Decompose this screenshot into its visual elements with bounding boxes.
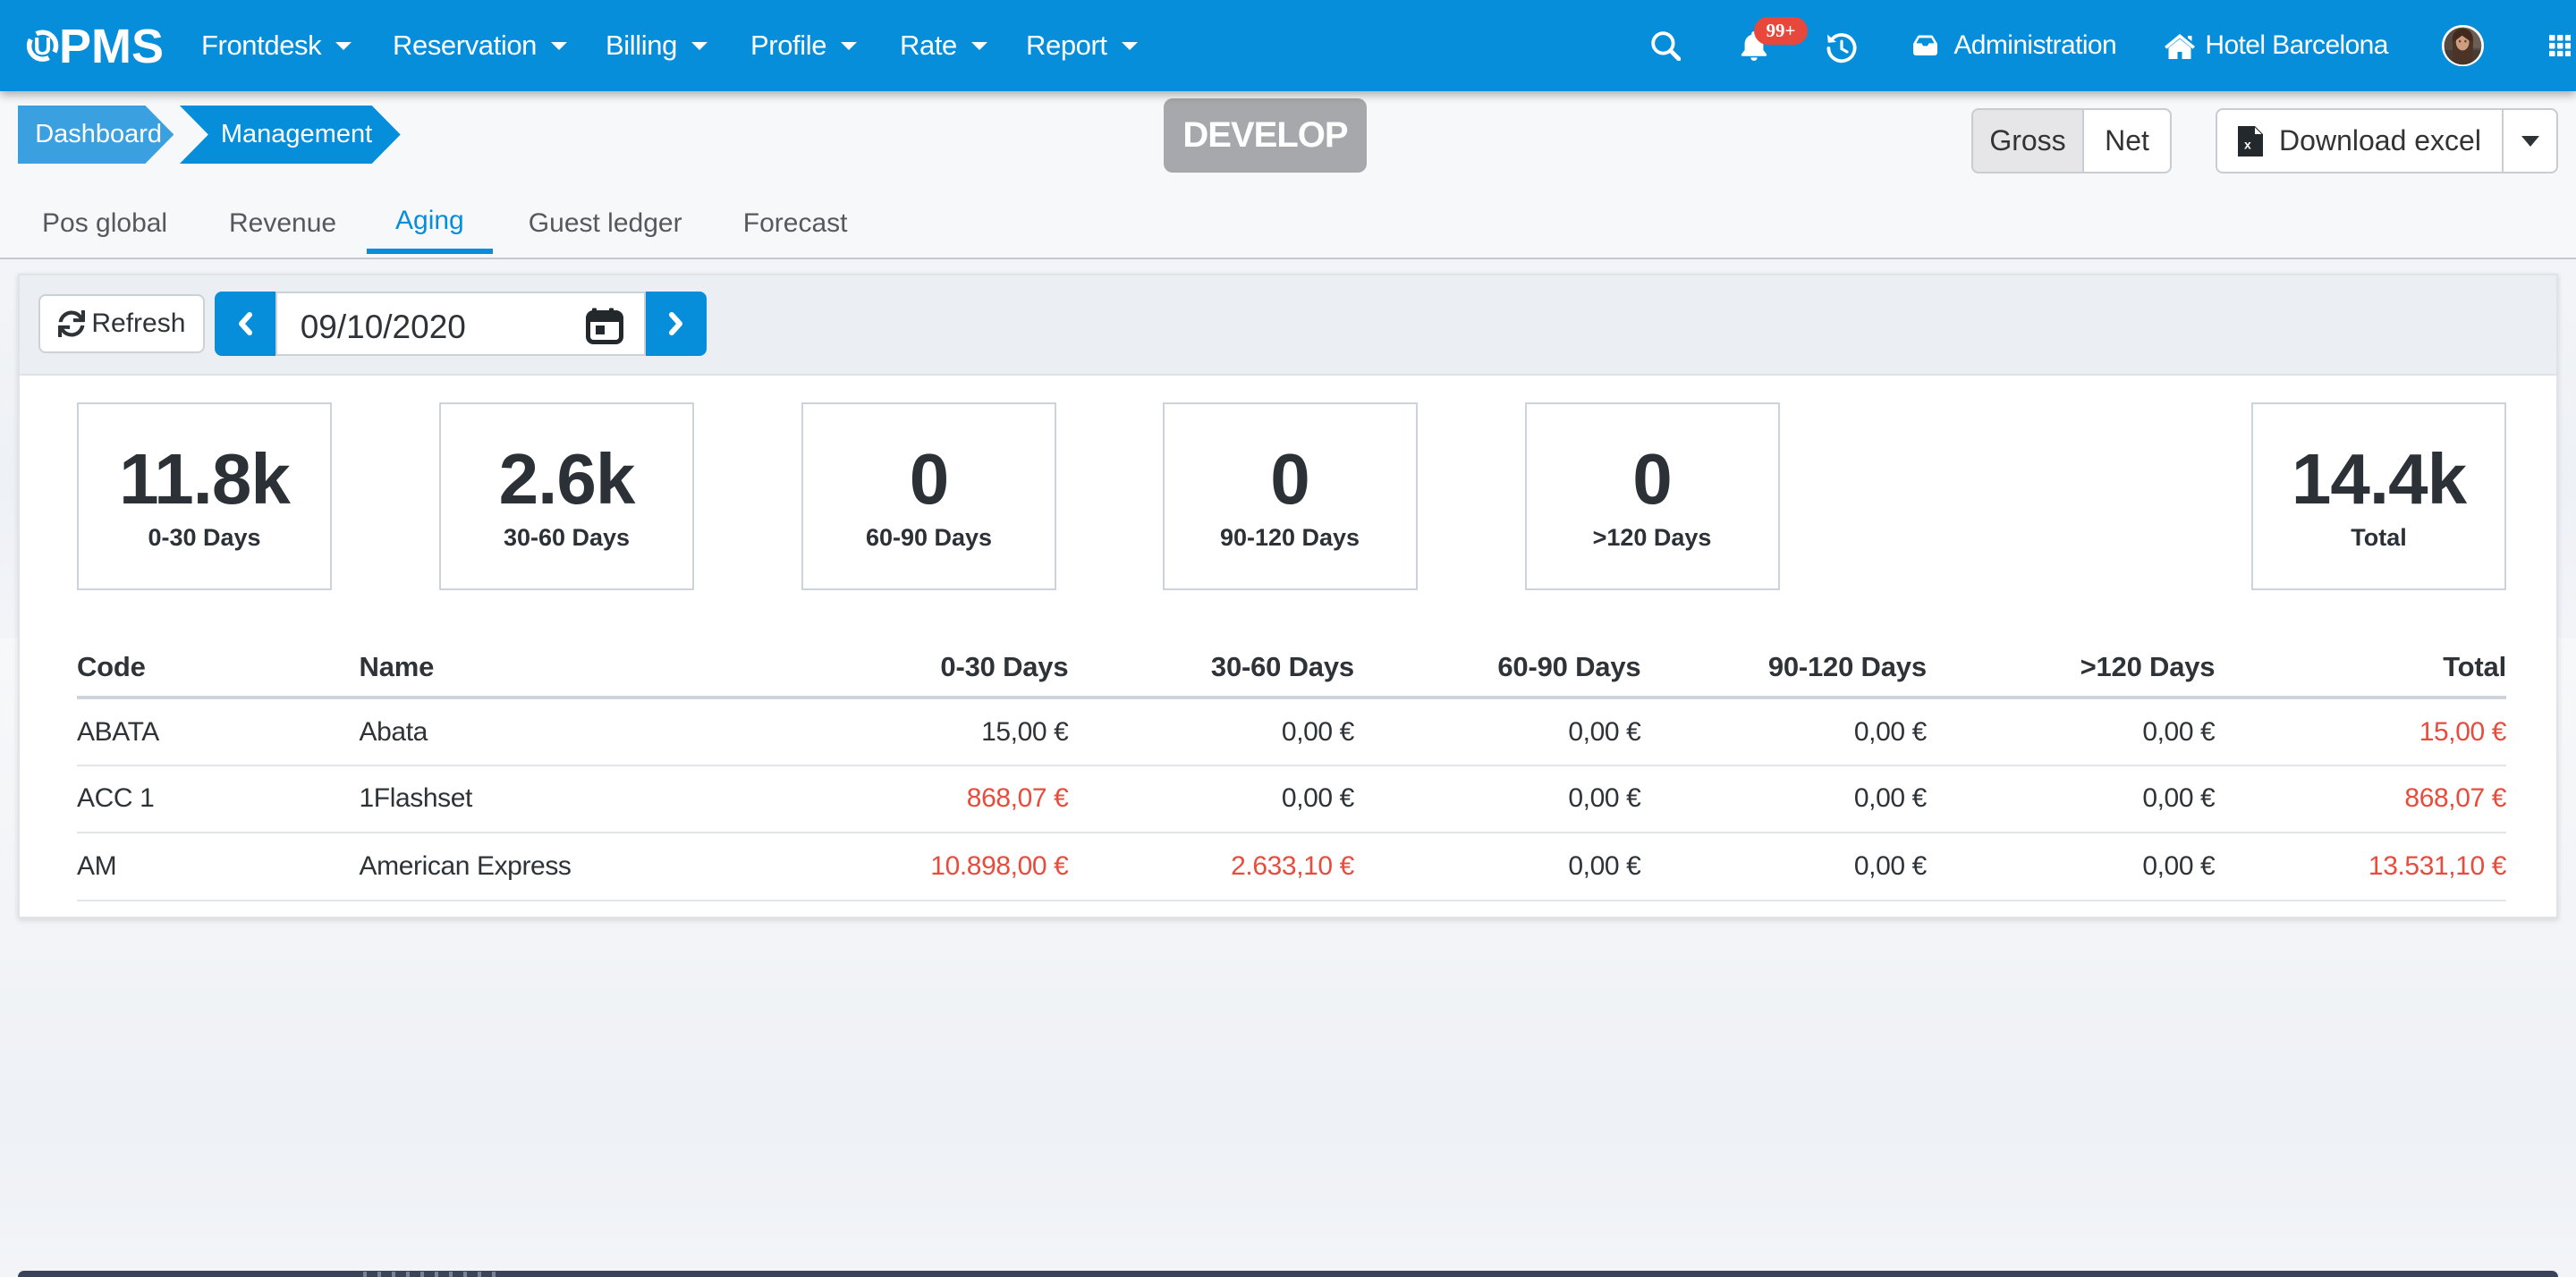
svg-text:PMS: PMS bbox=[59, 20, 164, 73]
svg-text:x: x bbox=[2244, 137, 2251, 151]
svg-text:U: U bbox=[33, 32, 51, 60]
